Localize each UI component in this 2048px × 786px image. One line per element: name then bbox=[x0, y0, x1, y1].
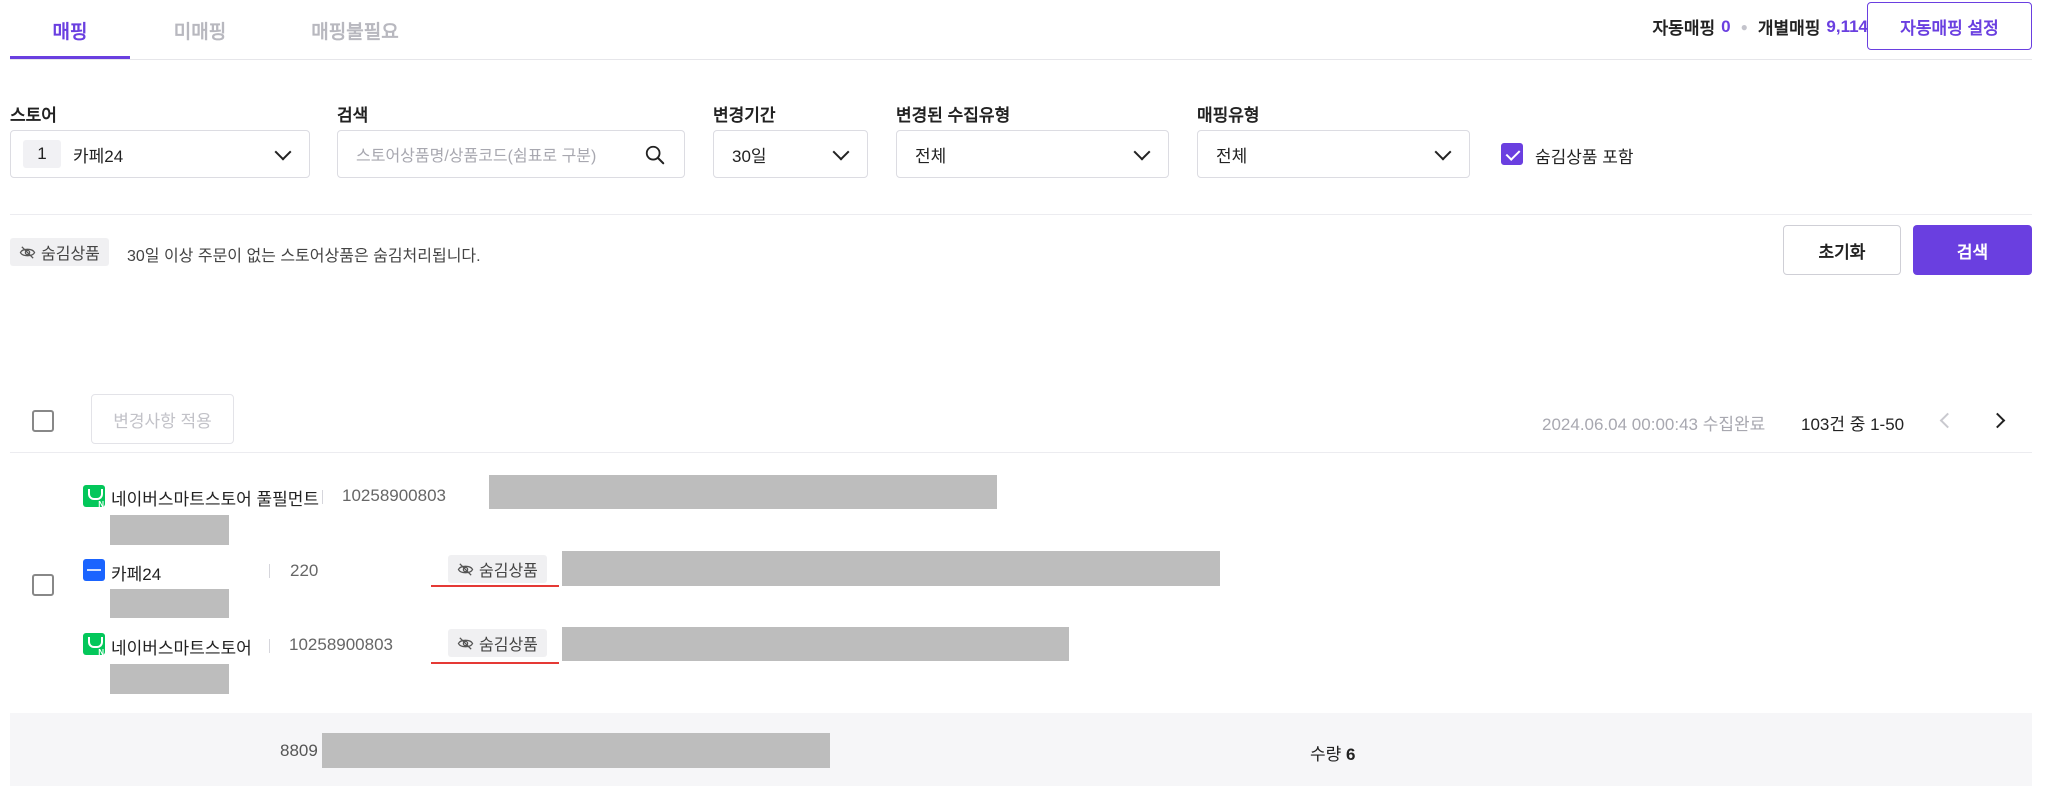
separator bbox=[269, 639, 270, 653]
store-select-value: 카페24 bbox=[73, 146, 124, 166]
quantity: 수량 6 bbox=[1310, 740, 1355, 765]
eye-off-icon bbox=[457, 562, 474, 576]
chevron-down-icon bbox=[1133, 143, 1151, 161]
filter-divider bbox=[10, 214, 2032, 215]
select-all-checkbox[interactable] bbox=[32, 410, 54, 432]
include-hidden-checkbox[interactable] bbox=[1501, 143, 1523, 165]
reset-button[interactable]: 초기화 bbox=[1783, 225, 1901, 275]
red-underline-annotation bbox=[431, 585, 559, 587]
search-placeholder: 스토어상품명/상품코드(쉼표로 구분) bbox=[356, 148, 597, 165]
search-button[interactable]: 검색 bbox=[1913, 225, 2032, 275]
separator-dot: ● bbox=[1740, 19, 1748, 34]
collect-type-select[interactable]: 전체 bbox=[896, 130, 1169, 178]
hidden-product-badge: 숨김상품 bbox=[448, 555, 547, 583]
period-label: 변경기간 bbox=[713, 106, 776, 125]
separator bbox=[322, 490, 323, 504]
redacted-barcode bbox=[322, 733, 830, 768]
mapping-type-value: 전체 bbox=[1216, 146, 1248, 166]
individual-mapping-label: 개별매핑 bbox=[1757, 19, 1821, 38]
chevron-down-icon bbox=[832, 143, 850, 161]
period-select[interactable]: 30일 bbox=[713, 130, 868, 178]
search-input[interactable]: 스토어상품명/상품코드(쉼표로 구분) bbox=[337, 130, 685, 178]
hidden-notice-text: 30일 이상 주문이 없는 스토어상품은 숨김처리됩니다. bbox=[127, 248, 481, 265]
page-info: 103건 중 1-50 bbox=[1801, 415, 1905, 434]
apply-changes-button[interactable]: 변경사항 적용 bbox=[91, 394, 234, 444]
search-icon[interactable] bbox=[644, 144, 666, 166]
collect-type-label: 변경된 수집유형 bbox=[896, 106, 1011, 125]
quantity-value: 6 bbox=[1346, 745, 1356, 764]
store-name: 네이버스마트스토어 bbox=[111, 639, 252, 658]
period-select-value: 30일 bbox=[732, 146, 767, 166]
barcode-prefix: 8809 bbox=[280, 741, 318, 760]
hidden-badge-label: 숨김상품 bbox=[479, 637, 538, 654]
tab-unmapped[interactable]: 미매핑 bbox=[140, 0, 260, 60]
list-divider bbox=[10, 452, 2032, 453]
store-name: 카페24 bbox=[111, 565, 162, 584]
redacted-product-name bbox=[562, 627, 1069, 661]
redacted-product-name bbox=[562, 551, 1220, 586]
store-name: 네이버스마트스토어 풀필먼트 bbox=[111, 490, 320, 509]
collect-type-value: 전체 bbox=[915, 146, 947, 166]
auto-mapping-settings-button[interactable]: 자동매핑 설정 bbox=[1867, 2, 2032, 50]
tabs-divider bbox=[10, 59, 2032, 60]
collected-at-text: 2024.06.04 00:00:43 수집완료 bbox=[1542, 415, 1766, 434]
hidden-badge-label: 숨김상품 bbox=[41, 246, 100, 263]
store-select[interactable]: 1 카페24 bbox=[10, 130, 310, 178]
auto-mapping-count: 0 bbox=[1721, 16, 1731, 36]
separator bbox=[269, 564, 270, 578]
product-code: 10258900803 bbox=[342, 486, 447, 505]
chevron-right-icon[interactable] bbox=[1989, 412, 2006, 429]
eye-off-icon bbox=[457, 636, 474, 650]
redacted-product-name bbox=[489, 475, 997, 509]
redacted-product-option bbox=[110, 515, 229, 545]
product-code: 10258900803 bbox=[289, 635, 394, 654]
store-filter-label: 스토어 bbox=[10, 106, 57, 125]
naver-icon bbox=[83, 633, 105, 657]
red-underline-annotation bbox=[431, 662, 559, 664]
chevron-down-icon bbox=[274, 143, 292, 161]
search-label: 검색 bbox=[337, 106, 369, 125]
eye-off-icon bbox=[19, 245, 36, 259]
hidden-badge-label: 숨김상품 bbox=[479, 563, 538, 580]
tab-mapping[interactable]: 매핑 bbox=[10, 0, 130, 60]
store-count-badge: 1 bbox=[23, 140, 61, 168]
auto-mapping-label: 자동매핑 bbox=[1652, 19, 1716, 38]
naver-icon bbox=[83, 485, 105, 509]
individual-mapping-count: 9,114 bbox=[1826, 16, 1868, 36]
mapping-type-label: 매핑유형 bbox=[1197, 106, 1260, 125]
chevron-down-icon bbox=[1434, 143, 1452, 161]
tab-mapping-unneeded[interactable]: 매핑불필요 bbox=[290, 0, 420, 60]
hidden-product-badge: 숨김상품 bbox=[10, 238, 109, 266]
cafe24-icon bbox=[83, 559, 105, 581]
mapping-type-select[interactable]: 전체 bbox=[1197, 130, 1470, 178]
hidden-product-badge: 숨김상품 bbox=[448, 629, 547, 657]
redacted-product-option bbox=[110, 664, 229, 694]
redacted-product-option bbox=[110, 589, 229, 618]
include-hidden-label: 숨김상품 포함 bbox=[1535, 148, 1634, 167]
quantity-label: 수량 bbox=[1310, 745, 1342, 764]
product-code: 220 bbox=[290, 561, 319, 580]
row-checkbox[interactable] bbox=[32, 574, 54, 596]
mapping-summary: 자동매핑 0 ● 개별매핑 9,114 bbox=[1653, 14, 1868, 39]
chevron-left-icon[interactable] bbox=[1939, 412, 1956, 429]
